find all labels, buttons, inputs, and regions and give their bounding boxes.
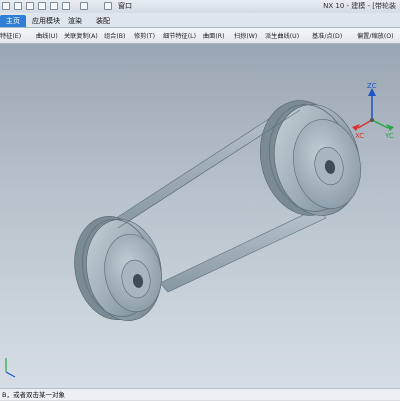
open-folder-icon[interactable]	[80, 2, 88, 10]
menu-offset-scale[interactable]: 偏置/缩放(O)	[357, 31, 394, 40]
menu-sweep[interactable]: 扫掠(W)	[234, 31, 257, 40]
menu-feature[interactable]: 特征(E)	[0, 31, 21, 40]
window-menu[interactable]: 窗口	[118, 1, 132, 11]
command-menu-bar: 特征(E) 曲线(U) 关联复制(A) 组合(B) 修剪(T) 细节特征(L) …	[0, 28, 400, 44]
status-bar: B，或者双击某一对象	[0, 388, 400, 400]
redo-icon[interactable]	[26, 2, 34, 10]
right-pulley[interactable]	[250, 92, 370, 224]
window-title: NX 10 - 建模 - [带轮装	[323, 2, 396, 10]
belt-bottom-span[interactable]	[159, 207, 327, 293]
menu-datum-point[interactable]: 基准/点(D)	[312, 31, 342, 40]
quick-access-toolbar: 窗口 NX 10 - 建模 - [带轮装	[0, 0, 400, 14]
graphics-viewport[interactable]: ZC YC XC	[0, 44, 400, 388]
tab-home[interactable]: 主页	[0, 15, 26, 27]
left-pulley[interactable]	[67, 210, 170, 326]
save-icon[interactable]	[2, 2, 10, 10]
xc-axis-label: XC	[355, 132, 365, 140]
undo-icon[interactable]	[14, 2, 22, 10]
tab-render[interactable]: 渲染	[62, 15, 88, 27]
status-message: B，或者双击某一对象	[2, 391, 65, 399]
csys-triad[interactable]	[352, 88, 394, 131]
yc-axis-label: YC	[385, 132, 394, 140]
menu-surface[interactable]: 曲面(R)	[203, 31, 225, 40]
tab-assembly[interactable]: 装配	[90, 15, 116, 27]
menu-detail-feature[interactable]: 细节特征(L)	[163, 31, 196, 40]
menu-derived-curve[interactable]: 派生曲线(U)	[265, 31, 299, 40]
menu-curve[interactable]: 曲线(U)	[36, 31, 58, 40]
cut-icon[interactable]	[38, 2, 46, 10]
copy-icon[interactable]	[50, 2, 58, 10]
zc-axis-label: ZC	[367, 82, 377, 90]
menu-associative-copy[interactable]: 关联复制(A)	[64, 31, 98, 40]
view-triad-icon	[5, 358, 16, 378]
tab-applications[interactable]: 应用模块	[26, 15, 66, 27]
ribbon-tabs: 主页 应用模块 渲染 装配	[0, 13, 400, 28]
repeat-command-icon[interactable]	[104, 2, 112, 10]
menu-trim[interactable]: 修剪(T)	[134, 31, 155, 40]
pulley-model[interactable]	[0, 44, 400, 388]
paste-icon[interactable]	[62, 2, 70, 10]
menu-combine[interactable]: 组合(B)	[104, 31, 125, 40]
